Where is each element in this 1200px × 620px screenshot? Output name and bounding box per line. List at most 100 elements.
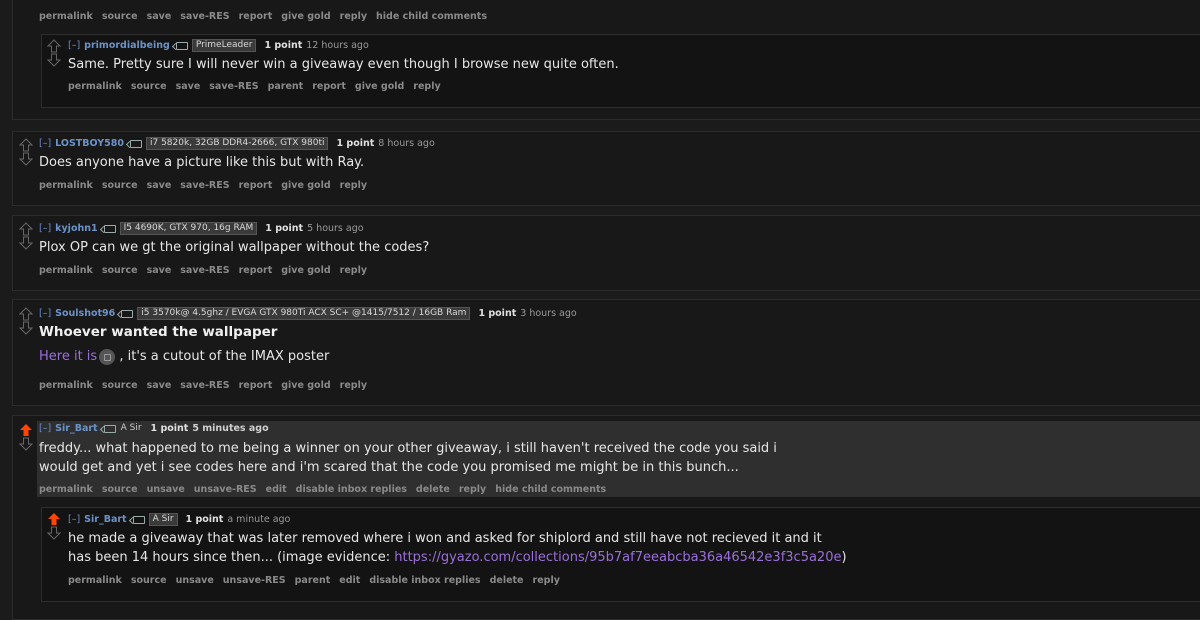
btn-save-res[interactable]: save-RES xyxy=(180,180,229,191)
btn-reply[interactable]: reply xyxy=(459,484,486,495)
btn-disable-inbox[interactable]: disable inbox replies xyxy=(296,484,407,495)
btn-permalink[interactable]: permalink xyxy=(39,180,93,191)
tag-icon[interactable] xyxy=(175,41,188,50)
btn-save-res[interactable]: save-RES xyxy=(180,11,229,22)
vote-arrows xyxy=(47,39,61,67)
author-link[interactable]: LOSTBOY580 xyxy=(55,138,124,149)
tag-icon[interactable] xyxy=(129,139,142,148)
btn-permalink[interactable]: permalink xyxy=(68,81,122,92)
btn-give-gold[interactable]: give gold xyxy=(281,180,330,191)
upvote-icon-active[interactable] xyxy=(19,423,33,437)
btn-give-gold[interactable]: give gold xyxy=(281,380,330,391)
btn-report[interactable]: report xyxy=(239,11,273,22)
upvote-icon[interactable] xyxy=(47,39,61,53)
btn-reply[interactable]: reply xyxy=(340,265,367,276)
collapse-toggle[interactable]: [–] xyxy=(68,514,80,525)
btn-parent[interactable]: parent xyxy=(268,81,304,92)
downvote-icon[interactable] xyxy=(19,152,33,166)
btn-source[interactable]: source xyxy=(102,11,138,22)
btn-reply[interactable]: reply xyxy=(413,81,440,92)
image-link[interactable]: Here it is xyxy=(39,349,97,364)
body-suffix: ) xyxy=(841,550,847,565)
btn-unsave-res[interactable]: unsave-RES xyxy=(194,484,257,495)
upvote-icon[interactable] xyxy=(19,138,33,152)
btn-save[interactable]: save xyxy=(147,11,172,22)
btn-save-res[interactable]: save-RES xyxy=(180,380,229,391)
downvote-icon[interactable] xyxy=(47,53,61,67)
btn-source[interactable]: source xyxy=(131,81,167,92)
btn-save[interactable]: save xyxy=(147,180,172,191)
btn-save[interactable]: save xyxy=(147,265,172,276)
timestamp: 5 hours ago xyxy=(307,223,364,234)
btn-source[interactable]: source xyxy=(102,380,138,391)
timestamp: 12 hours ago xyxy=(306,40,369,51)
author-link[interactable]: kyjohn1 xyxy=(55,223,97,234)
btn-parent[interactable]: parent xyxy=(295,575,331,586)
btn-edit[interactable]: edit xyxy=(339,575,360,586)
btn-unsave-res[interactable]: unsave-RES xyxy=(223,575,286,586)
vote-arrows xyxy=(19,307,33,335)
comment-body-line-2: has been 14 hours since then... (image e… xyxy=(68,548,847,567)
tag-icon[interactable] xyxy=(103,424,116,433)
score: 1 point xyxy=(478,308,517,319)
btn-source[interactable]: source xyxy=(131,575,167,586)
btn-reply[interactable]: reply xyxy=(533,575,560,586)
btn-reply[interactable]: reply xyxy=(340,11,367,22)
btn-delete[interactable]: delete xyxy=(490,575,524,586)
tag-icon[interactable] xyxy=(103,224,116,233)
btn-save[interactable]: save xyxy=(147,380,172,391)
btn-permalink[interactable]: permalink xyxy=(39,265,93,276)
upvote-icon[interactable] xyxy=(19,307,33,321)
downvote-icon[interactable] xyxy=(47,526,61,540)
btn-give-gold[interactable]: give gold xyxy=(281,265,330,276)
author-link[interactable]: Soulshot96 xyxy=(55,308,115,319)
btn-give-gold[interactable]: give gold xyxy=(355,81,404,92)
btn-delete[interactable]: delete xyxy=(416,484,450,495)
btn-edit[interactable]: edit xyxy=(266,484,287,495)
btn-save[interactable]: save xyxy=(176,81,201,92)
btn-hide-child[interactable]: hide child comments xyxy=(376,11,487,22)
downvote-icon[interactable] xyxy=(19,236,33,250)
btn-source[interactable]: source xyxy=(102,180,138,191)
btn-permalink[interactable]: permalink xyxy=(39,11,93,22)
downvote-icon[interactable] xyxy=(19,321,33,335)
btn-reply[interactable]: reply xyxy=(340,380,367,391)
tag-icon[interactable] xyxy=(132,515,145,524)
btn-give-gold[interactable]: give gold xyxy=(281,11,330,22)
btn-hide-child[interactable]: hide child comments xyxy=(495,484,606,495)
btn-report[interactable]: report xyxy=(239,265,273,276)
btn-report[interactable]: report xyxy=(239,180,273,191)
score: 1 point xyxy=(185,514,224,525)
upvote-icon[interactable] xyxy=(19,222,33,236)
collapse-toggle[interactable]: [–] xyxy=(39,423,51,434)
evidence-link[interactable]: https://gyazo.com/collections/95b7af7eea… xyxy=(394,550,841,565)
btn-save-res[interactable]: save-RES xyxy=(209,81,258,92)
btn-unsave[interactable]: unsave xyxy=(176,575,214,586)
vote-arrows xyxy=(19,222,33,250)
btn-source[interactable]: source xyxy=(102,484,138,495)
btn-permalink[interactable]: permalink xyxy=(39,484,93,495)
collapse-toggle[interactable]: [–] xyxy=(39,138,51,149)
upvote-icon-active[interactable] xyxy=(47,512,61,526)
author-link[interactable]: Sir_Bart xyxy=(84,514,126,525)
collapse-toggle[interactable]: [–] xyxy=(39,308,51,319)
collapse-toggle[interactable]: [–] xyxy=(39,223,51,234)
image-expand-icon[interactable] xyxy=(99,349,116,365)
btn-permalink[interactable]: permalink xyxy=(39,380,93,391)
btn-disable-inbox[interactable]: disable inbox replies xyxy=(369,575,480,586)
btn-source[interactable]: source xyxy=(102,265,138,276)
tag-icon[interactable] xyxy=(121,309,134,318)
btn-permalink[interactable]: permalink xyxy=(68,575,122,586)
btn-report[interactable]: report xyxy=(312,81,346,92)
btn-save-res[interactable]: save-RES xyxy=(180,265,229,276)
btn-unsave[interactable]: unsave xyxy=(147,484,185,495)
collapse-toggle[interactable]: [–] xyxy=(68,40,80,51)
btn-reply[interactable]: reply xyxy=(340,180,367,191)
author-link[interactable]: Sir_Bart xyxy=(55,423,97,434)
tagline: [–] Soulshot96 i5 3570k@ 4.5ghz / EVGA G… xyxy=(39,307,577,320)
comment-primordialbeing: [–] primordialbeing PrimeLeader 1 point … xyxy=(41,34,1200,108)
author-link[interactable]: primordialbeing xyxy=(84,40,170,51)
comment-buttons: permalink source save save-RES report gi… xyxy=(39,380,367,391)
downvote-icon[interactable] xyxy=(19,437,33,451)
btn-report[interactable]: report xyxy=(239,380,273,391)
